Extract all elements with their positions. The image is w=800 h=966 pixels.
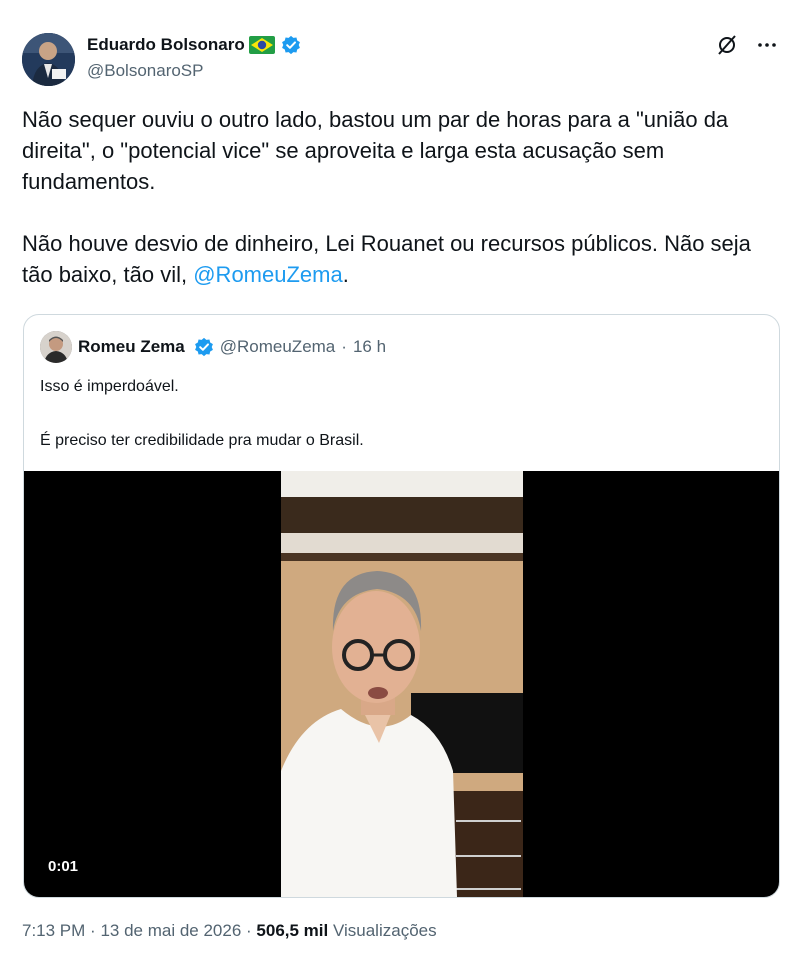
- quote-text: Isso é imperdoável. É preciso ter credib…: [40, 378, 364, 449]
- verified-badge-icon: [281, 35, 301, 55]
- video-timecode: 0:01: [48, 858, 79, 875]
- quote-author-name[interactable]: Romeu Zema: [78, 337, 185, 357]
- grok-icon[interactable]: [716, 34, 738, 56]
- tweet-text: Não sequer ouviu o outro lado, bastou um…: [22, 104, 782, 290]
- more-options-icon[interactable]: [756, 34, 778, 56]
- tweet-text-main: Não sequer ouviu o outro lado, bastou um…: [22, 107, 751, 287]
- brazil-flag-icon: [248, 36, 275, 54]
- quote-author-handle[interactable]: @RomeuZema: [220, 337, 336, 357]
- tweet-text-end: .: [342, 262, 349, 287]
- video-player[interactable]: 0:01: [24, 471, 779, 897]
- author-avatar[interactable]: [22, 33, 75, 86]
- tweet-date[interactable]: 13 de mai de 2026: [100, 921, 241, 940]
- tweet-footer: 7:13 PM · 13 de mai de 2026 · 506,5 mil …: [22, 921, 437, 941]
- views-label: Visualizações: [332, 921, 437, 940]
- author-handle[interactable]: @BolsonaroSP: [87, 61, 204, 81]
- views-count: 506,5 mil: [256, 921, 329, 940]
- meta-separator: ·: [246, 921, 257, 940]
- quoted-tweet[interactable]: Romeu Zema @RomeuZema · 16 h Isso é impe…: [23, 314, 780, 898]
- quote-timestamp[interactable]: 16 h: [353, 337, 386, 357]
- mention-link[interactable]: @RomeuZema: [193, 262, 343, 287]
- tweet-time[interactable]: 7:13 PM: [22, 921, 85, 940]
- quote-author-avatar[interactable]: [40, 331, 72, 363]
- author-name[interactable]: Eduardo Bolsonaro: [87, 35, 245, 55]
- meta-separator: ·: [341, 337, 347, 356]
- video-thumbnail: [281, 471, 523, 897]
- meta-separator: ·: [90, 921, 101, 940]
- verified-badge-icon: [194, 337, 214, 357]
